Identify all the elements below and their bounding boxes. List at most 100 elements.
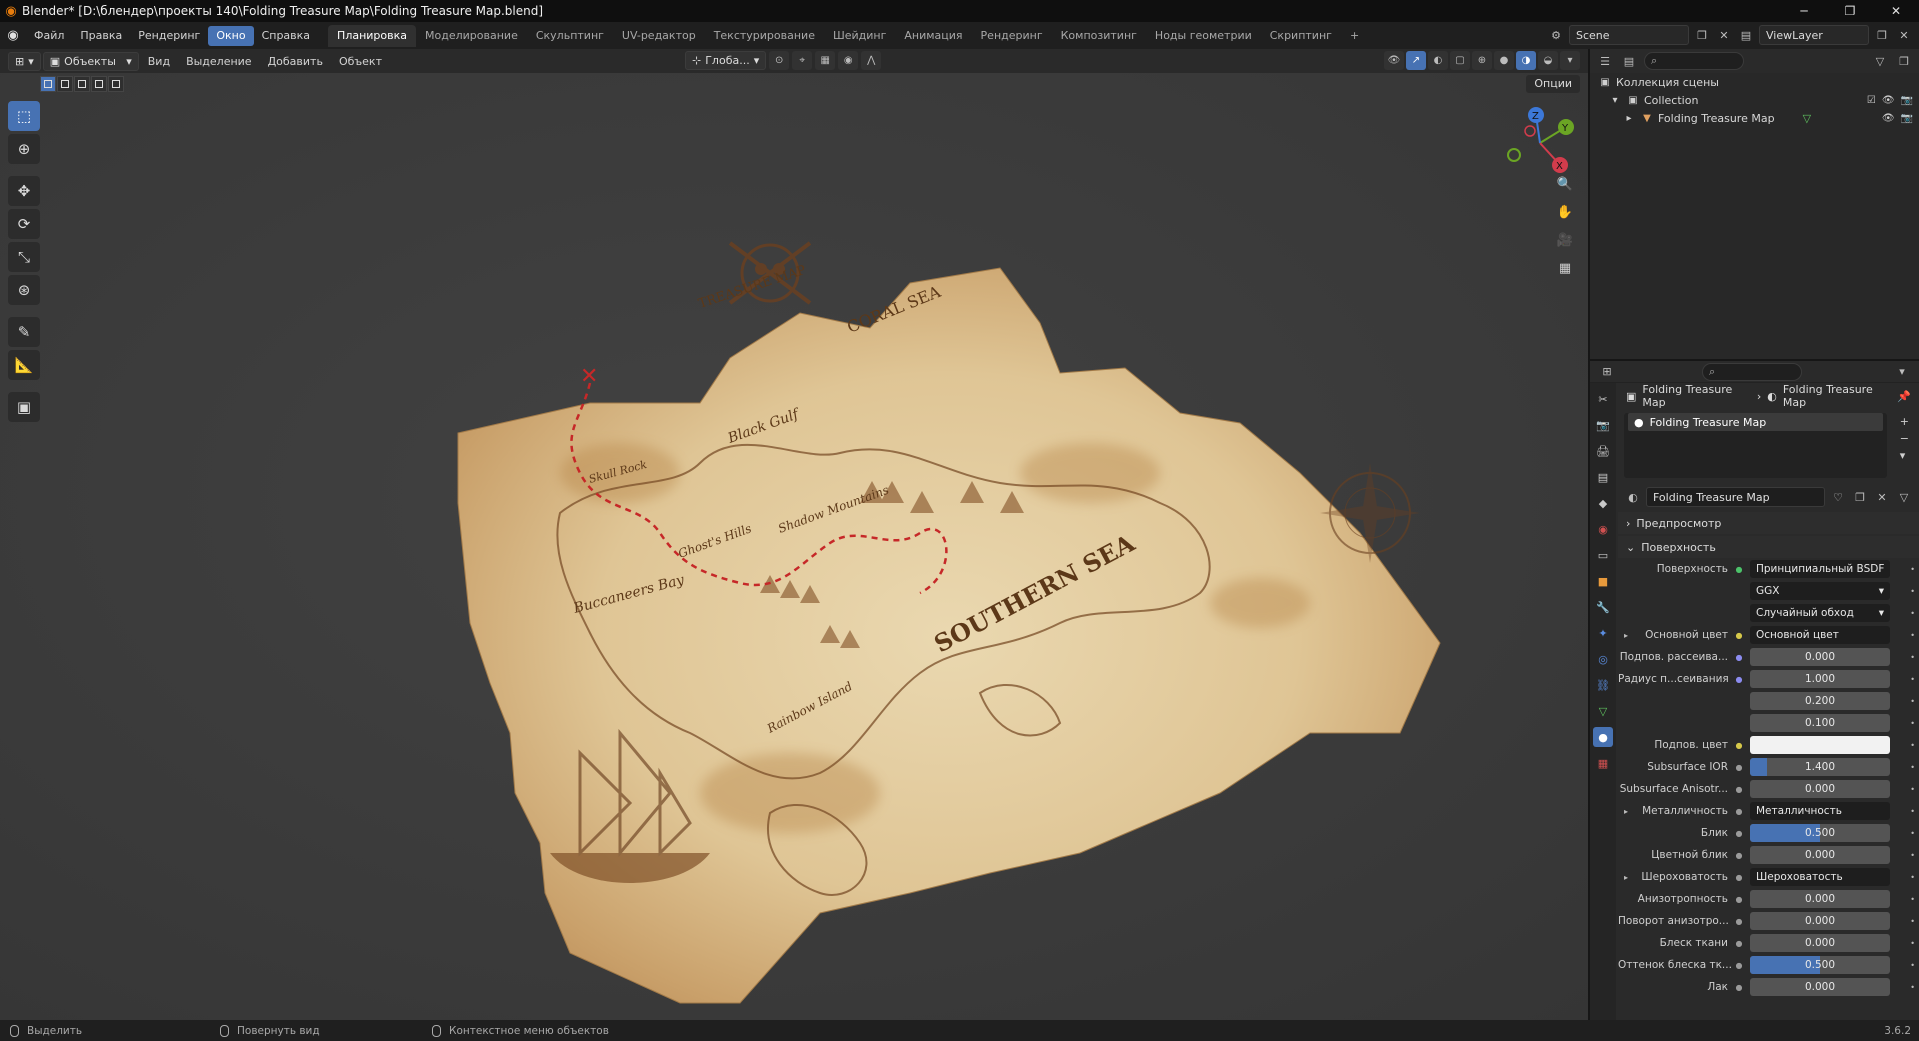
menu-edit[interactable]: Правка	[72, 26, 130, 46]
tab-geometry-nodes[interactable]: Ноды геометрии	[1146, 25, 1261, 47]
keyframe-dot-icon[interactable]: •	[1910, 785, 1915, 794]
overlay-toggle-icon[interactable]: ◐	[1428, 51, 1448, 70]
snap-toggle-icon[interactable]: ⌖	[792, 51, 813, 70]
menu-file[interactable]: Файл	[26, 26, 72, 46]
view-layer-icon[interactable]: ▤	[1737, 26, 1755, 44]
scene-field[interactable]: Scene	[1569, 25, 1689, 45]
keyframe-dot-icon[interactable]: •	[1910, 851, 1915, 860]
menu-add[interactable]: Добавить	[261, 55, 330, 68]
select-box-icon[interactable]: ⬚	[8, 101, 40, 131]
measure-tool-icon[interactable]: 📐	[8, 350, 40, 380]
keyframe-dot-icon[interactable]: •	[1910, 939, 1915, 948]
texture-tab-icon[interactable]: ▦	[1593, 753, 1613, 773]
menu-object[interactable]: Объект	[332, 55, 389, 68]
outliner-row-scene-collection[interactable]: ▣ Коллекция сцены	[1590, 73, 1919, 91]
tab-uv-editing[interactable]: UV-редактор	[613, 25, 705, 47]
linked-node-field[interactable]: Основной цвет	[1750, 626, 1890, 644]
menu-window[interactable]: Окно	[208, 25, 254, 46]
pivot-point-icon[interactable]: ⊙	[769, 51, 790, 70]
color-swatch[interactable]	[1750, 736, 1890, 754]
number-field[interactable]: 0.000	[1750, 846, 1890, 864]
number-field[interactable]: 0.000	[1750, 890, 1890, 908]
keyframe-dot-icon[interactable]: •	[1910, 763, 1915, 772]
browse-material-icon[interactable]: ◐	[1624, 488, 1642, 506]
move-tool-icon[interactable]: ✥	[8, 176, 40, 206]
socket-dot-icon[interactable]: ●	[1734, 653, 1744, 662]
material-tab-icon[interactable]: ●	[1593, 727, 1613, 747]
number-field[interactable]: 0.500	[1750, 956, 1890, 974]
physics-tab-icon[interactable]: ◎	[1593, 649, 1613, 669]
keyframe-dot-icon[interactable]: •	[1910, 895, 1915, 904]
number-field[interactable]: 0.000	[1750, 978, 1890, 996]
linked-node-field[interactable]: Металличность	[1750, 802, 1890, 820]
keyframe-dot-icon[interactable]: •	[1910, 565, 1915, 574]
view-layer-tab-icon[interactable]: ▤	[1593, 467, 1613, 487]
constraints-tab-icon[interactable]: ⛓	[1593, 675, 1613, 695]
expand-arrow-icon[interactable]: ▸	[1624, 873, 1628, 882]
menu-view[interactable]: Вид	[141, 55, 177, 68]
transform-orientation-dropdown[interactable]: ⊹ Глоба... ▾	[685, 51, 767, 70]
keyframe-dot-icon[interactable]: •	[1910, 873, 1915, 882]
collection-tab-icon[interactable]: ▭	[1593, 545, 1613, 565]
material-link-icon[interactable]: ▽	[1895, 488, 1913, 506]
chevron-down-icon[interactable]: ▾	[1893, 363, 1911, 381]
expand-arrow-icon[interactable]: ▸	[1624, 807, 1628, 816]
unlink-material-icon[interactable]: ✕	[1873, 488, 1891, 506]
solid-shading-icon[interactable]: ●	[1494, 51, 1514, 70]
material-preview-icon[interactable]: ◑	[1516, 51, 1536, 70]
keyframe-dot-icon[interactable]: •	[1910, 609, 1915, 618]
eye-icon[interactable]: 👁	[1882, 95, 1895, 106]
keyframe-dot-icon[interactable]: •	[1910, 807, 1915, 816]
camera-view-icon[interactable]: 🎥	[1553, 229, 1577, 251]
tab-compositing[interactable]: Композитинг	[1052, 25, 1146, 47]
snap-target-icon[interactable]: ▦	[815, 51, 836, 70]
minimize-button[interactable]: ─	[1781, 0, 1827, 22]
keyframe-dot-icon[interactable]: •	[1910, 653, 1915, 662]
delete-scene-icon[interactable]: ✕	[1715, 26, 1733, 44]
socket-dot-icon[interactable]: ●	[1734, 675, 1744, 684]
modifier-tab-icon[interactable]: 🔧	[1593, 597, 1613, 617]
number-field[interactable]: 0.100	[1750, 714, 1890, 732]
expand-arrow-icon[interactable]: ▾	[1608, 95, 1622, 106]
proportional-edit-icon[interactable]: ◉	[838, 51, 859, 70]
cursor-tool-icon[interactable]: ⊕	[8, 134, 40, 164]
enum-dropdown[interactable]: Случайный обход ▾	[1750, 604, 1890, 622]
number-field[interactable]: 0.200	[1750, 692, 1890, 710]
delete-view-layer-icon[interactable]: ✕	[1895, 26, 1913, 44]
expand-arrow-icon[interactable]: ▸	[1624, 631, 1628, 640]
socket-dot-icon[interactable]: ●	[1734, 741, 1744, 750]
wireframe-shading-icon[interactable]: ⊕	[1472, 51, 1492, 70]
render-tab-icon[interactable]: 📷	[1593, 415, 1613, 435]
keyframe-dot-icon[interactable]: •	[1910, 917, 1915, 926]
keyframe-dot-icon[interactable]: •	[1910, 719, 1915, 728]
section-preview[interactable]: › Предпросмотр	[1618, 512, 1919, 534]
exclude-checkbox-icon[interactable]: ☑	[1867, 95, 1876, 106]
data-tab-icon[interactable]: ▽	[1593, 701, 1613, 721]
keyframe-dot-icon[interactable]: •	[1910, 697, 1915, 706]
fake-user-icon[interactable]: ♡	[1829, 488, 1847, 506]
keyframe-dot-icon[interactable]: •	[1910, 829, 1915, 838]
tool-tab-icon[interactable]: ✂	[1593, 389, 1613, 409]
options-dropdown[interactable]: Опции	[1526, 75, 1580, 93]
mode-dropdown[interactable]: ▣ Объекты ▾	[42, 51, 139, 71]
camera-render-icon[interactable]: 📷	[1901, 95, 1913, 106]
socket-dot-icon[interactable]: ●	[1734, 895, 1744, 904]
scene-selector-icon[interactable]: ⚙	[1547, 26, 1565, 44]
keyframe-dot-icon[interactable]: •	[1910, 741, 1915, 750]
visibility-icon[interactable]: 👁	[1384, 51, 1404, 70]
treasure-map-object[interactable]: ✕ CORAL SEA SOUTHERN SEA Black Gulf Bucc…	[440, 173, 1480, 1013]
socket-dot-icon[interactable]: ●	[1734, 939, 1744, 948]
3d-viewport[interactable]: Опции ⬚ ⊕ ✥ ⟳ ⤡ ⊛ ✎ 📐 ▣ ✕ CORAL SEA SOUT…	[0, 73, 1588, 1020]
number-field[interactable]: 0.000	[1750, 912, 1890, 930]
add-cube-tool-icon[interactable]: ▣	[8, 392, 40, 422]
socket-dot-icon[interactable]: ●	[1734, 829, 1744, 838]
output-tab-icon[interactable]: 🖨	[1593, 441, 1613, 461]
number-field[interactable]: 1.400	[1750, 758, 1890, 776]
view-layer-field[interactable]: ViewLayer	[1759, 25, 1869, 45]
properties-search-input[interactable]: ⌕	[1702, 362, 1802, 381]
socket-dot-icon[interactable]: ●	[1734, 873, 1744, 882]
tab-modeling[interactable]: Моделирование	[416, 25, 527, 47]
outliner-row-collection[interactable]: ▾ ▣ Collection ☑ 👁 📷	[1590, 91, 1919, 109]
scale-tool-icon[interactable]: ⤡	[8, 242, 40, 272]
tab-scripting[interactable]: Скриптинг	[1261, 25, 1341, 47]
